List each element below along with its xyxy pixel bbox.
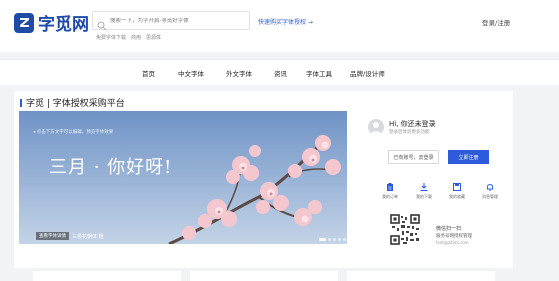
quick-license-link[interactable]: 快速购买字体授权 →	[258, 17, 313, 26]
greeting-subtitle: 登录后体验更多功能	[389, 130, 430, 135]
nav-font-tools[interactable]: 字体工具	[306, 68, 332, 78]
avatar[interactable]	[368, 119, 384, 135]
login-button[interactable]: 已有账号，去登录	[388, 150, 439, 164]
nav-foreign-fonts[interactable]: 外文字体	[226, 68, 252, 78]
main-nav: 首页 中文字体 外文字体 资讯 字体工具 品牌/设计师	[0, 59, 559, 85]
login-register-link[interactable]: 登录/注册	[482, 17, 510, 27]
font-detail-link[interactable]: 查看字体详情	[36, 232, 69, 240]
carousel-dot[interactable]	[338, 238, 341, 241]
bell-icon	[486, 184, 494, 191]
qr-subtitle: 服务号网授权管理	[436, 234, 472, 239]
nav-brand-designers[interactable]: 品牌/设计师	[350, 68, 385, 78]
hot-words: 免费字体下载 商用 思源体	[96, 34, 161, 41]
banner-credit: 查看字体详情 三极花朝体 粗	[36, 232, 104, 240]
banner-font-name: 三极花朝体 粗	[72, 233, 104, 240]
hero-banner[interactable]: ◂ 点击下方文字可以编辑，预览字体效果 三月 · 你好呀! 查看字体详情 三极花…	[19, 111, 347, 244]
banner-headline[interactable]: 三月 · 你好呀!	[49, 153, 172, 179]
nav-chinese-fonts[interactable]: 中文字体	[178, 68, 204, 78]
search-box[interactable]	[92, 11, 250, 30]
download-icon	[420, 183, 428, 191]
nav-news[interactable]: 资讯	[274, 68, 287, 78]
top-header: 字觅网 免费字体下载 商用 思源体 快速购买字体授权 → 登录/注册	[0, 0, 559, 52]
main-panel: 字觅 | 字体授权采购平台 ◂ 点击下方文字可以编辑，预览字体效果 三月 · 你…	[14, 91, 513, 268]
platform-title-text: 字觅 | 字体授权采购平台	[26, 99, 125, 109]
register-button[interactable]: 立即注册	[448, 150, 489, 164]
carousel-dot[interactable]	[333, 238, 336, 241]
quick-link-favorites[interactable]: 我的收藏	[444, 183, 470, 200]
clipboard-icon	[387, 183, 393, 191]
search-input[interactable]	[110, 17, 249, 24]
quick-link-downloads[interactable]: 我的下载	[411, 183, 437, 200]
banner-hint: ◂ 点击下方文字可以编辑，预览字体效果	[33, 130, 114, 135]
platform-title: 字觅 | 字体授权采购平台	[20, 96, 125, 109]
hot-word[interactable]: 免费字体下载	[96, 34, 126, 41]
search-icon[interactable]	[97, 16, 107, 30]
greeting: Hi, 你还未登录	[389, 120, 436, 128]
quick-link-messages[interactable]: 消息管理	[477, 183, 503, 200]
qr-title: 微信扫一扫	[436, 226, 462, 232]
quick-link-orders[interactable]: 我的订单	[377, 183, 403, 200]
nav-home[interactable]: 首页	[142, 68, 155, 78]
carousel-dot[interactable]	[343, 238, 346, 241]
site-logo[interactable]: 字觅网	[14, 10, 89, 35]
carousel-dot[interactable]	[319, 238, 326, 241]
logo-text: 字觅网	[38, 15, 89, 35]
hot-word[interactable]: 商用	[131, 34, 141, 41]
qr-hint: font@zitimi.com	[436, 240, 469, 245]
z-logo-icon	[14, 12, 34, 33]
hot-word[interactable]: 思源体	[146, 34, 161, 41]
title-accent-bar	[20, 98, 22, 107]
user-panel: Hi, 你还未登录 登录后体验更多功能 已有账号，去登录 立即注册 我的订单 我…	[359, 111, 509, 261]
carousel-dot[interactable]	[328, 238, 331, 241]
save-icon	[453, 183, 461, 191]
carousel-dots	[319, 238, 346, 241]
wechat-qr-code	[390, 214, 420, 245]
